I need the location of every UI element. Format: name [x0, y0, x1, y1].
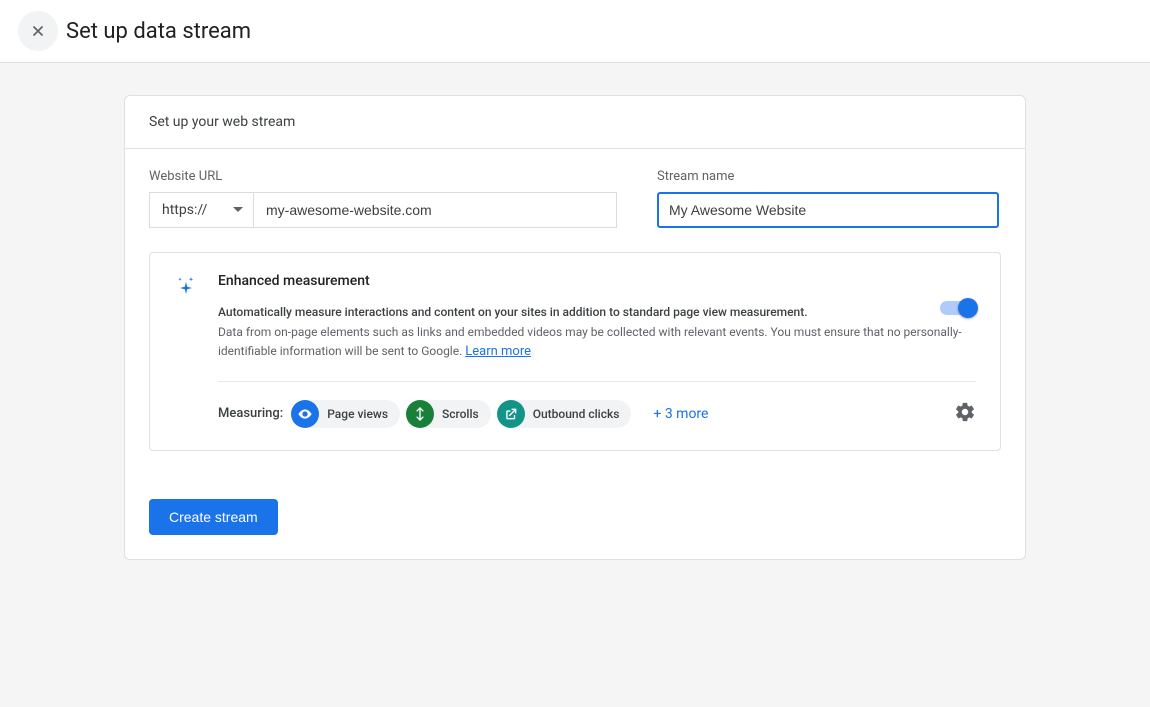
chip-scrolls: Scrolls: [408, 400, 491, 428]
close-button[interactable]: [18, 11, 58, 51]
settings-button[interactable]: [954, 401, 976, 427]
card-section-label: Set up your web stream: [125, 96, 1025, 149]
measuring-label: Measuring:: [218, 406, 283, 421]
website-url-field-group: Website URL https://: [149, 169, 617, 228]
create-stream-button[interactable]: Create stream: [149, 499, 278, 535]
stream-name-label: Stream name: [657, 169, 999, 184]
chip-page-views: Page views: [293, 400, 400, 428]
outbound-icon: [497, 400, 525, 428]
scroll-icon: [406, 400, 434, 428]
gear-icon: [954, 401, 976, 423]
close-icon: [29, 22, 47, 40]
divider: [218, 381, 976, 382]
website-url-input[interactable]: [253, 192, 617, 228]
website-url-label: Website URL: [149, 169, 617, 184]
stream-name-field-group: Stream name: [657, 169, 999, 228]
modal-header: Set up data stream: [0, 0, 1150, 63]
measuring-row: Measuring: Page views Scrolls: [218, 400, 976, 428]
toggle-knob: [958, 298, 978, 318]
eye-icon: [291, 400, 319, 428]
enhanced-title: Enhanced measurement: [218, 273, 976, 289]
setup-card: Set up your web stream Website URL https…: [124, 95, 1026, 560]
more-measurements-link[interactable]: + 3 more: [653, 406, 708, 422]
stream-name-input[interactable]: [657, 192, 999, 228]
chip-outbound: Outbound clicks: [499, 400, 632, 428]
protocol-value: https://: [162, 202, 207, 218]
enhanced-toggle[interactable]: [940, 301, 976, 315]
sparkle-icon: [174, 273, 198, 428]
enhanced-measurement-panel: Enhanced measurement Automatically measu…: [149, 252, 1001, 451]
page-title: Set up data stream: [66, 19, 251, 44]
learn-more-link[interactable]: Learn more: [465, 344, 531, 359]
enhanced-description: Data from on-page elements such as links…: [218, 323, 976, 363]
protocol-select[interactable]: https://: [149, 192, 253, 228]
chevron-down-icon: [233, 207, 243, 213]
enhanced-subtitle: Automatically measure interactions and c…: [218, 303, 976, 321]
